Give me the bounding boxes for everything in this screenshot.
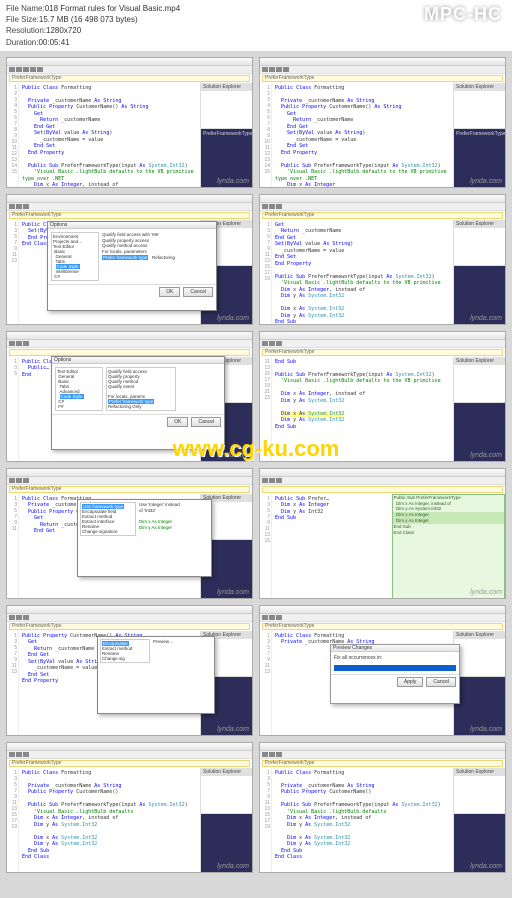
thumb-2: PreferFrameworkType 12345678910111213141… [259, 57, 506, 188]
thumbnail-grid: PreferFrameworkType 12345678910111213141… [0, 51, 512, 879]
ok-button[interactable]: OK [159, 287, 180, 297]
thumb-1: PreferFrameworkType 12345678910111213141… [6, 57, 253, 188]
resolution-value: 1280x720 [46, 25, 81, 36]
center-watermark: www.cg-ku.com [173, 436, 340, 462]
thumb-7: PreferFrameworkType 1357911 Public Class… [6, 468, 253, 599]
thumb-10: PreferFrameworkType 135791113 Public Cla… [259, 605, 506, 736]
duration-value: 00:05:41 [38, 37, 69, 48]
preview-changes-dialog: Preview Changes Fix all occurrences in: … [330, 644, 460, 704]
options-list-2[interactable]: Qualify field accessQualify propertyQual… [106, 367, 176, 411]
code-area: Public Class Formatting Private _custome… [19, 83, 200, 188]
duration-label: Duration: [6, 37, 38, 48]
selection-bar[interactable] [334, 665, 456, 671]
mpc-hc-logo: MPC-HC [424, 4, 502, 25]
options-dialog-title: Options [48, 222, 216, 229]
cancel-button[interactable]: Cancel [183, 287, 213, 297]
options-dialog: Options EnvironmentProjects and…Text Edi… [47, 221, 217, 311]
file-name-value: 018 Format rules for Visual Basic.mp4 [45, 3, 180, 14]
quick-actions-list[interactable]: Use framework typeEncapsulate fieldExtra… [80, 502, 136, 536]
cancel-button-2[interactable]: Cancel [426, 677, 456, 687]
options-detail[interactable]: Qualify field access with 'Me' Qualify p… [102, 232, 213, 281]
quick-actions-popup: Use framework typeEncapsulate fieldExtra… [77, 499, 212, 577]
file-name-label: File Name: [6, 3, 45, 14]
thumb-11: PreferFrameworkType 135791113151719 Publ… [6, 742, 253, 873]
thumb-4: PreferFrameworkType 135791113151719 Get … [259, 194, 506, 325]
quick-actions-popup-2: EncapsulateExtract methodRenameChange si… [97, 636, 215, 714]
options-tree-2[interactable]: Text Editor General Basic Tabs Advanced … [55, 367, 103, 411]
apply-button[interactable]: Apply [397, 677, 424, 687]
diff-preview: Public Sub PreferFrameworkType Dim x As … [392, 494, 506, 599]
file-size-label: File Size: [6, 14, 39, 25]
options-tree[interactable]: EnvironmentProjects and…Text Editor Basi… [51, 232, 99, 281]
thumb-8: 13579111315 Public Sub Prefer… Dim x As … [259, 468, 506, 599]
thumb-12: PreferFrameworkType 135791113151719 Publ… [259, 742, 506, 873]
file-size-value: 15.7 MB (16 498 073 bytes) [39, 14, 138, 25]
thumb-3: PreferFrameworkType 135791113 Public Cla… [6, 194, 253, 325]
resolution-label: Resolution: [6, 25, 46, 36]
thumb-9: PreferFrameworkType 135791113 Public Pro… [6, 605, 253, 736]
